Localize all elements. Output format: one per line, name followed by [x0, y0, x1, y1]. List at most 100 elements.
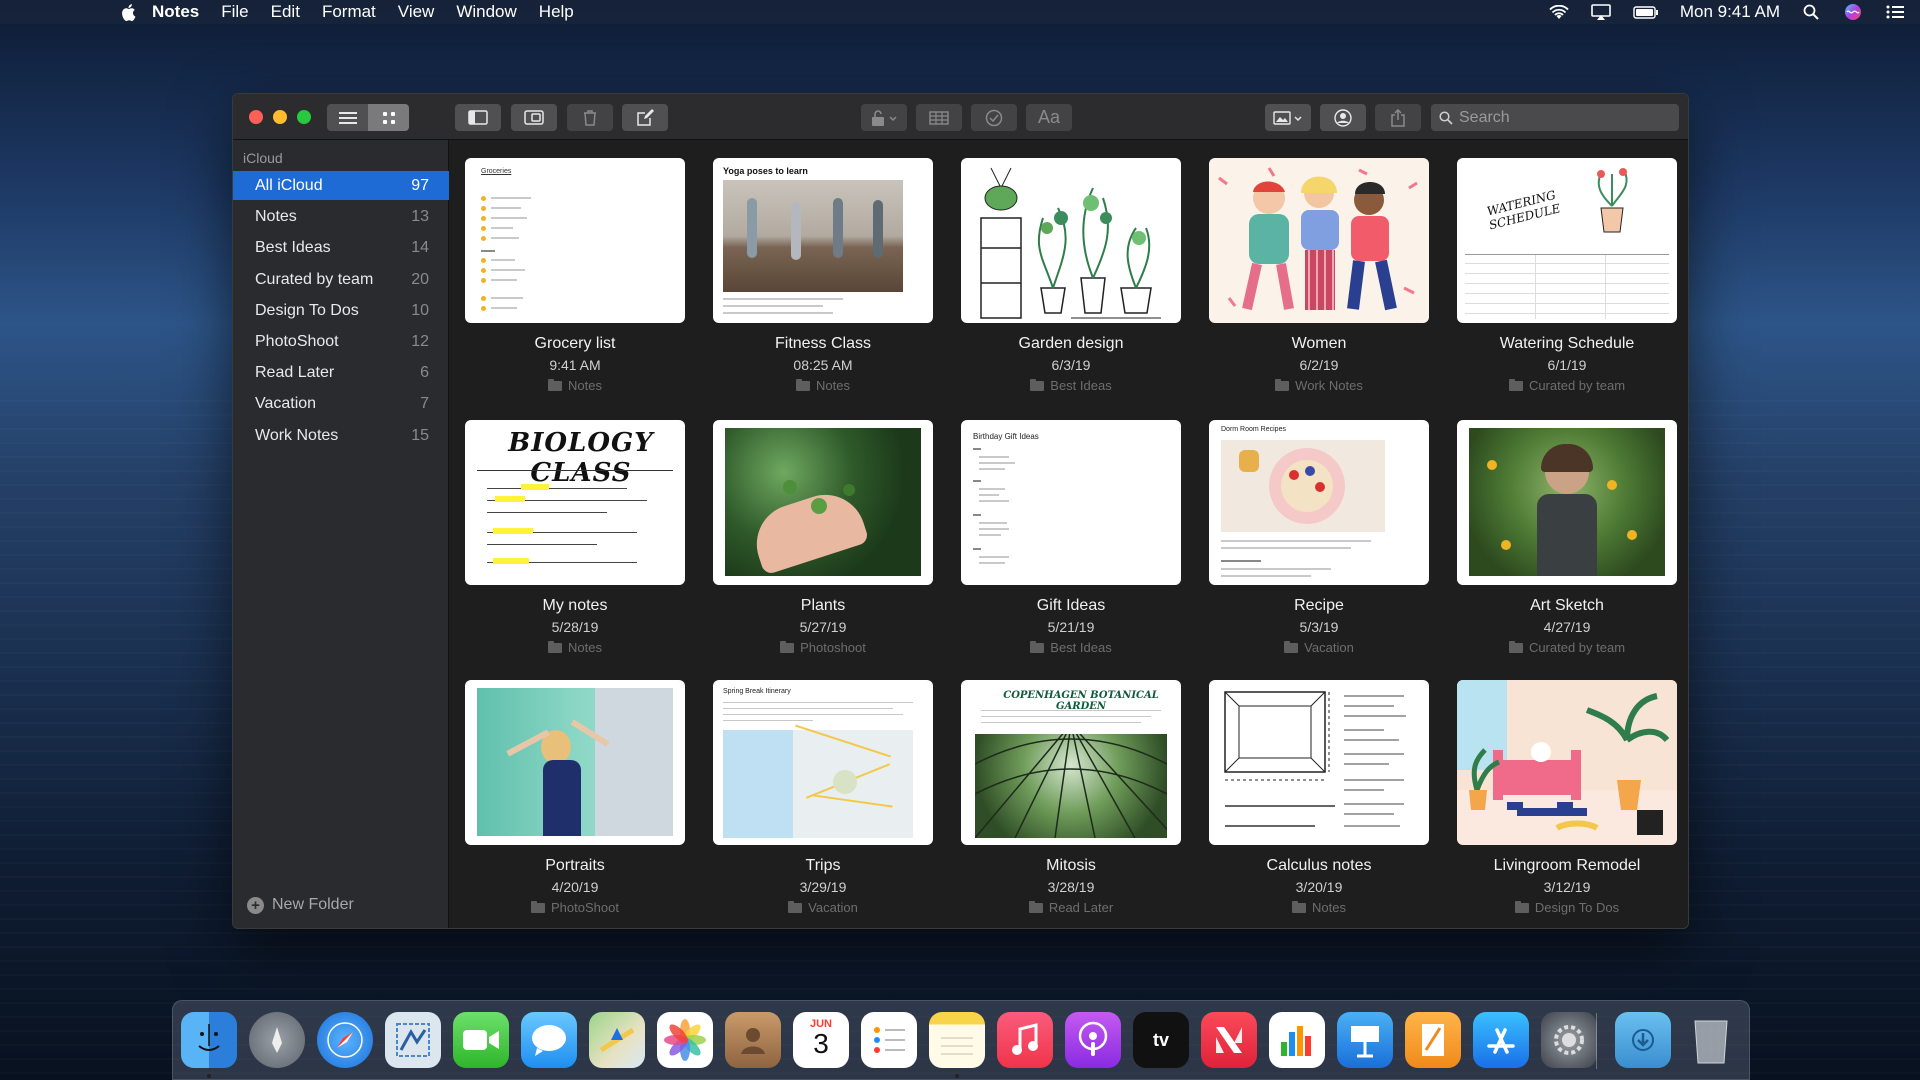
reminders-icon[interactable]	[861, 1012, 917, 1068]
lock-button[interactable]	[861, 104, 907, 131]
note-card[interactable]: WATERING SCHEDULE Watering Schedule 6/1/…	[1457, 158, 1677, 393]
gallery-view-button[interactable]	[368, 104, 409, 131]
note-folder: Notes	[465, 640, 685, 655]
share-button[interactable]	[1375, 104, 1421, 131]
attachments-button[interactable]	[511, 104, 557, 131]
note-thumbnail	[1209, 680, 1429, 845]
sidebar-item-vacation[interactable]: Vacation 7	[233, 389, 449, 418]
note-card[interactable]: Plants 5/27/19 Photoshoot	[713, 420, 933, 655]
note-thumbnail: COPENHAGEN BOTANICAL GARDEN	[961, 680, 1181, 845]
apple-menu-icon[interactable]	[118, 2, 138, 22]
zoom-button[interactable]	[297, 110, 311, 124]
note-card[interactable]: Garden design 6/3/19 Best Ideas	[961, 158, 1181, 393]
notes-icon[interactable]	[929, 1012, 985, 1068]
sidebar-item-best-ideas[interactable]: Best Ideas 14	[233, 233, 449, 262]
sidebar-item-count: 13	[411, 207, 429, 225]
add-people-button[interactable]	[1320, 104, 1366, 131]
menu-edit[interactable]: Edit	[271, 2, 300, 22]
sidebar-item-read-later[interactable]: Read Later 6	[233, 358, 449, 387]
note-card[interactable]: Dorm Room Recipes Recipe 5/3/19 Vacation	[1209, 420, 1429, 655]
finder-icon[interactable]	[181, 1012, 237, 1068]
note-card[interactable]: Groceries Grocery list 9:41 AM Notes	[465, 158, 685, 393]
note-title: Fitness Class	[774, 335, 872, 352]
maps-icon[interactable]	[589, 1012, 645, 1068]
sidebar-item-work-notes[interactable]: Work Notes 15	[233, 421, 449, 450]
menu-file[interactable]: File	[221, 2, 248, 22]
note-card[interactable]: Birthday Gift Ideas Gift Ideas 5/21/19 B	[961, 420, 1181, 655]
note-card[interactable]: Art Sketch 4/27/19 Curated by team	[1457, 420, 1677, 655]
sidebar-item-curated-by-team[interactable]: Curated by team 20	[233, 265, 449, 294]
note-card[interactable]: Calculus notes 3/20/19 Notes	[1209, 680, 1429, 915]
wifi-icon[interactable]	[1548, 3, 1570, 21]
launchpad-icon[interactable]	[249, 1012, 305, 1068]
new-note-button[interactable]	[622, 104, 668, 131]
note-card[interactable]: BIOLOGY CLASS My notes 5/28/19 Notes	[465, 420, 685, 655]
toggle-sidebar-button[interactable]	[455, 104, 501, 131]
keynote-icon[interactable]	[1337, 1012, 1393, 1068]
battery-icon[interactable]	[1632, 3, 1660, 21]
note-card[interactable]: Yoga poses to learn Fitness Class 08:25 …	[713, 158, 933, 393]
sidebar-icon	[468, 110, 488, 125]
sidebar-item-photoshoot[interactable]: PhotoShoot 12	[233, 327, 449, 356]
sidebar-item-all-icloud[interactable]: All iCloud 97	[233, 171, 449, 200]
note-folder: Curated by team	[1457, 640, 1677, 655]
airplay-icon[interactable]	[1590, 3, 1612, 21]
note-card[interactable]: Livingroom Remodel 3/12/19 Design To Dos	[1457, 680, 1677, 915]
note-thumbnail	[713, 420, 933, 585]
app-store-icon[interactable]	[1473, 1012, 1529, 1068]
contacts-icon[interactable]	[725, 1012, 781, 1068]
downloads-folder-icon[interactable]	[1615, 1012, 1671, 1068]
delete-button[interactable]	[567, 104, 613, 131]
mail-icon[interactable]	[385, 1012, 441, 1068]
sidebar-item-notes[interactable]: Notes 13	[233, 202, 449, 231]
notification-center-icon[interactable]	[1884, 3, 1906, 21]
note-thumbnail	[1209, 158, 1429, 323]
folder-icon	[796, 378, 811, 391]
menu-window[interactable]: Window	[456, 2, 516, 22]
photos-icon[interactable]	[657, 1012, 713, 1068]
messages-icon[interactable]	[521, 1012, 577, 1068]
note-title: My notes	[542, 597, 608, 614]
menu-format[interactable]: Format	[322, 2, 376, 22]
note-folder: Notes	[713, 378, 933, 393]
siri-icon[interactable]	[1842, 3, 1864, 21]
minimize-button[interactable]	[273, 110, 287, 124]
numbers-icon[interactable]	[1269, 1012, 1325, 1068]
spotlight-icon[interactable]	[1800, 3, 1822, 21]
format-button[interactable]: Aa	[1026, 104, 1072, 131]
facetime-icon[interactable]	[453, 1012, 509, 1068]
podcasts-icon[interactable]	[1065, 1012, 1121, 1068]
note-card[interactable]: Spring Break Itinerary Trips 3/29/19 Vac…	[713, 680, 933, 915]
system-preferences-icon[interactable]	[1541, 1012, 1597, 1068]
new-folder-button[interactable]: + New Folder	[247, 896, 354, 914]
dock: JUN 3 tv	[172, 1000, 1750, 1080]
table-button[interactable]	[916, 104, 962, 131]
note-card[interactable]: COPENHAGEN BOTANICAL GARDEN Mitosis 3/28…	[961, 680, 1181, 915]
note-thumbnail: Spring Break Itinerary	[713, 680, 933, 845]
menu-app-name[interactable]: Notes	[152, 2, 199, 22]
list-view-button[interactable]	[327, 104, 368, 131]
sidebar-item-design-to-dos[interactable]: Design To Dos 10	[233, 296, 449, 325]
note-date: 5/21/19	[1047, 619, 1095, 635]
note-thumbnail: BIOLOGY CLASS	[465, 420, 685, 585]
calendar-icon[interactable]: JUN 3	[793, 1012, 849, 1068]
menu-clock[interactable]: Mon 9:41 AM	[1680, 2, 1780, 22]
music-icon[interactable]	[997, 1012, 1053, 1068]
trash-icon[interactable]	[1683, 1012, 1739, 1068]
news-icon[interactable]	[1201, 1012, 1257, 1068]
lock-icon	[872, 109, 897, 126]
note-date: 3/29/19	[799, 879, 847, 895]
safari-icon[interactable]	[317, 1012, 373, 1068]
menu-help[interactable]: Help	[539, 2, 574, 22]
note-card[interactable]: Women 6/2/19 Work Notes	[1209, 158, 1429, 393]
close-button[interactable]	[249, 110, 263, 124]
glasshouse-dome-lines	[975, 734, 1167, 838]
tv-icon[interactable]: tv	[1133, 1012, 1189, 1068]
menu-view[interactable]: View	[398, 2, 435, 22]
add-photo-button[interactable]	[1265, 104, 1311, 131]
checklist-button[interactable]	[971, 104, 1017, 131]
search-field[interactable]: Search	[1431, 104, 1679, 131]
note-folder: Curated by team	[1457, 378, 1677, 393]
pages-icon[interactable]	[1405, 1012, 1461, 1068]
note-card[interactable]: Portraits 4/20/19 PhotoShoot	[465, 680, 685, 915]
